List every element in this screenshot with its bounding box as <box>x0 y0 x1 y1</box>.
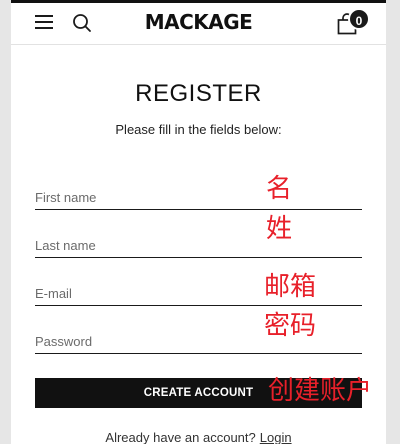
search-icon[interactable] <box>72 13 92 33</box>
annotation-create-account: 创建账户 <box>268 376 373 406</box>
brand-logo-container: MACKAGE <box>11 10 386 34</box>
login-link[interactable]: Login <box>260 430 292 444</box>
hamburger-menu-icon[interactable] <box>35 15 53 29</box>
login-prompt: Already have an account? Login <box>11 430 386 444</box>
form-instructions: Please fill in the fields below: <box>115 122 282 137</box>
annotation-first-name: 名 <box>266 174 293 204</box>
login-prompt-text: Already have an account? <box>105 430 256 444</box>
annotation-last-name: 姓 <box>266 214 293 244</box>
last-name-input[interactable] <box>35 234 362 258</box>
page-title: REGISTER <box>135 80 262 107</box>
site-header: MACKAGE 0 <box>11 3 386 45</box>
brand-logo[interactable]: MACKAGE <box>145 10 253 34</box>
annotation-email: 邮箱 <box>264 272 317 302</box>
annotation-password: 密码 <box>264 311 317 341</box>
cart-count-badge[interactable]: 0 <box>348 8 370 30</box>
register-page: MACKAGE 0 REGISTER Please fill in the fi… <box>11 0 386 444</box>
first-name-input[interactable] <box>35 186 362 210</box>
